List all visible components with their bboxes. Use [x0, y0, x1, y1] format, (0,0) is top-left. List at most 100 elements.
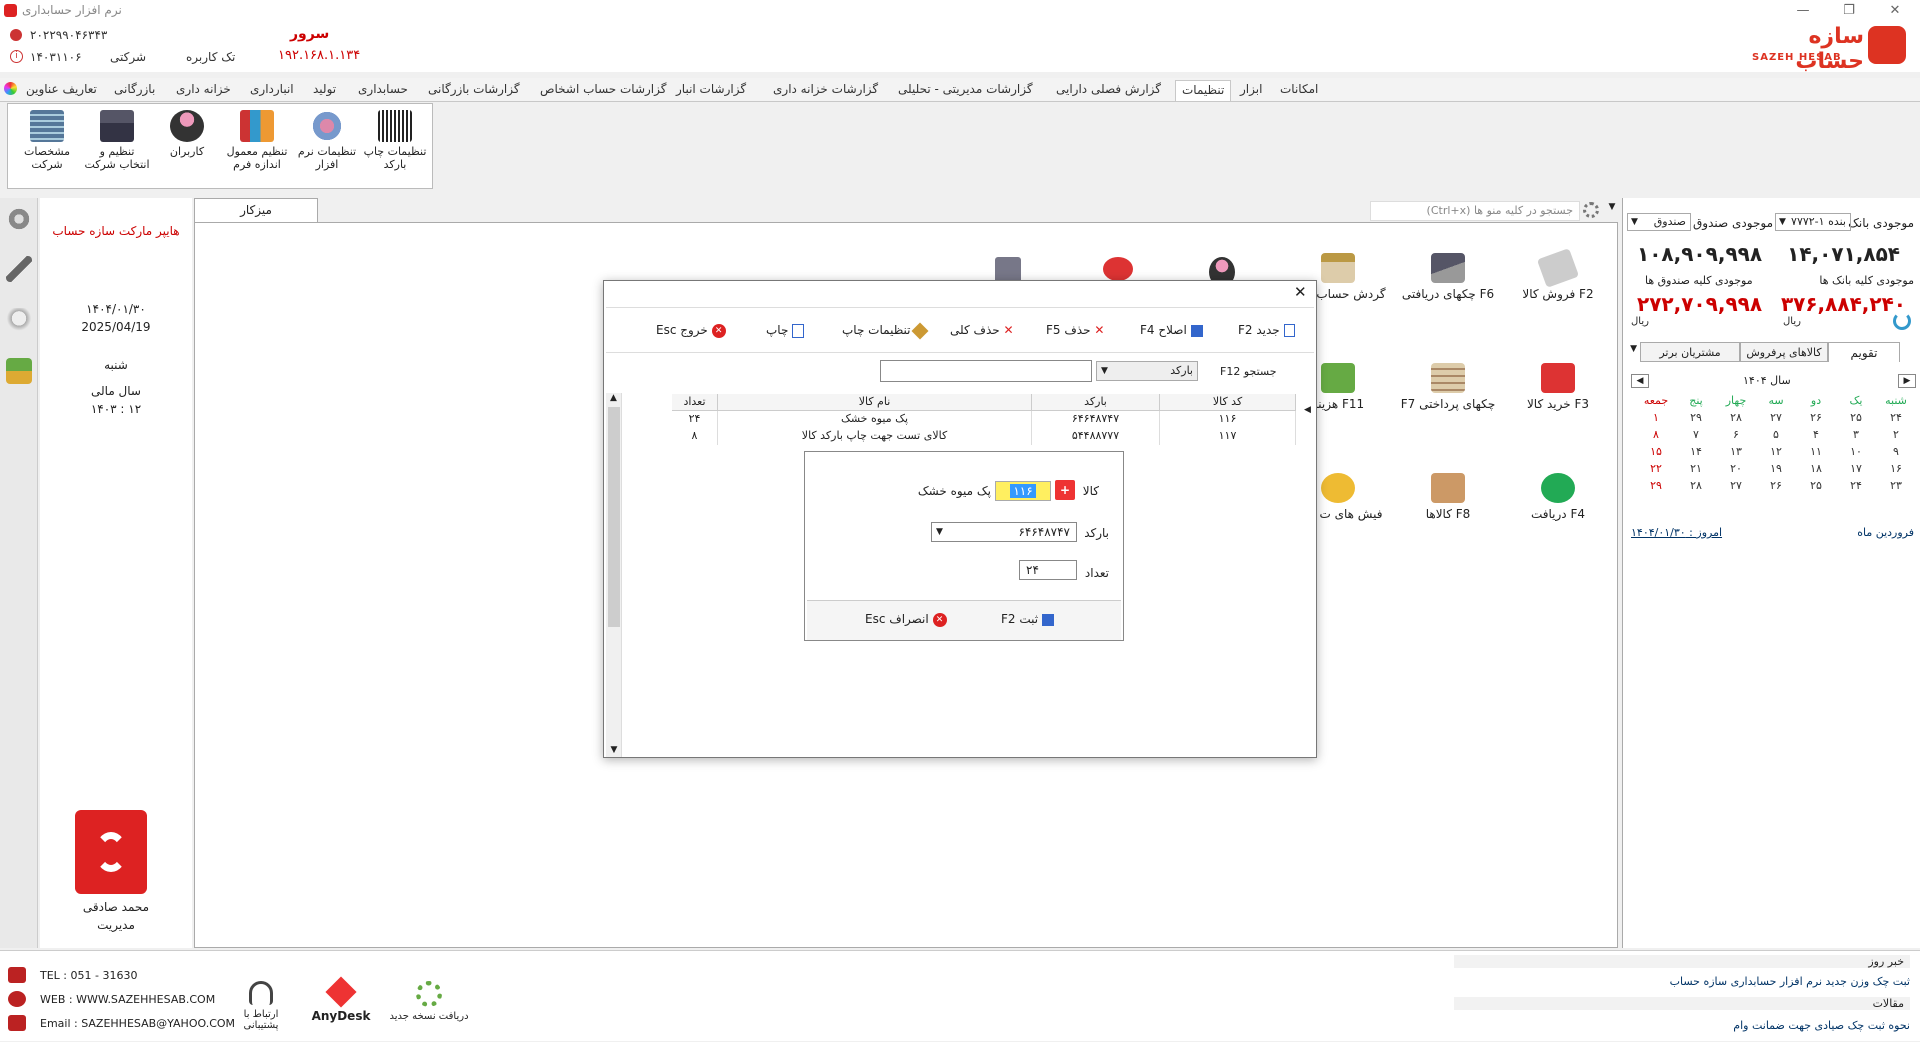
new-button[interactable]: جدید F2	[1238, 319, 1295, 341]
menu-tab-accounting[interactable]: حسابداری	[352, 80, 414, 101]
menu-tab-settings[interactable]: تنظیمات	[1175, 80, 1232, 101]
save-button[interactable]: ثبت F2	[1001, 612, 1054, 626]
menu-tab-tools[interactable]: ابزار	[1234, 80, 1268, 101]
news-item[interactable]: ثبت چک وزن جدید نرم افزار حسابداری سازه …	[1670, 975, 1910, 988]
calendar-day[interactable]: ۱۵	[1636, 445, 1676, 458]
menu-tab-treasury[interactable]: خزانه داری	[170, 80, 237, 101]
close-icon[interactable]: ✕	[1872, 0, 1918, 22]
delete-all-button[interactable]: ✕ حذف کلی	[950, 319, 1014, 341]
support-button[interactable]: ارتباط با پشتیبانی	[226, 981, 296, 1031]
calendar-day[interactable]: ۲۶	[1756, 479, 1796, 492]
calendar-day[interactable]: ۲۲	[1636, 462, 1676, 475]
prev-month-icon[interactable]: ◀	[1631, 374, 1649, 388]
scroll-thumb[interactable]	[608, 407, 620, 627]
tab-calendar[interactable]: تقویم	[1828, 342, 1900, 362]
add-goods-button[interactable]: +	[1055, 480, 1075, 500]
company-info-button[interactable]: مشخصات شرکت	[14, 110, 80, 186]
edit-button[interactable]: اصلاح F4	[1140, 319, 1203, 341]
print-settings-button[interactable]: تنظیمات چاپ	[842, 319, 929, 341]
tab-desk[interactable]: میزکار	[194, 198, 318, 222]
menu-tab-facilities[interactable]: امکانات	[1274, 80, 1324, 101]
dialog-search-input[interactable]	[880, 360, 1092, 382]
search-settings-icon[interactable]	[1583, 202, 1599, 218]
calendar-day[interactable]: ۲	[1876, 428, 1916, 441]
menu-tab-commerce-reports[interactable]: گزارشات بازرگانی	[422, 80, 526, 101]
barcode-select[interactable]: ۶۴۶۴۸۷۴۷ ▼	[931, 522, 1077, 542]
menu-tab-management-reports[interactable]: گزارشات مدیریتی - تحلیلی	[892, 80, 1039, 101]
calendar-day[interactable]: ۲۷	[1756, 411, 1796, 424]
calendar-day[interactable]: ۵	[1756, 428, 1796, 441]
calendar-day[interactable]: ۲۰	[1716, 462, 1756, 475]
table-scrollbar[interactable]: ▲ ▼	[606, 393, 622, 757]
users-button[interactable]: کاربران	[154, 110, 220, 186]
bank-select[interactable]: بنده ۱-۷۷۷۲ ▼	[1775, 213, 1851, 231]
calendar-day[interactable]: ۷	[1676, 428, 1716, 441]
calendar-day[interactable]: ۲۷	[1716, 479, 1756, 492]
menu-tab-warehousing[interactable]: انبارداری	[244, 80, 300, 101]
software-settings-button[interactable]: تنظیمات نرم افزار	[294, 110, 360, 186]
restore-icon[interactable]: ❐	[1826, 0, 1872, 22]
menu-tab-definitions[interactable]: تعاریف عناوین	[20, 80, 103, 101]
calendar-day[interactable]: ۲۳	[1876, 479, 1916, 492]
calendar-day[interactable]: ۱۸	[1796, 462, 1836, 475]
calendar-day[interactable]: ۲۵	[1836, 411, 1876, 424]
money-icon[interactable]	[6, 358, 32, 384]
tab-top-customers[interactable]: مشتریان برتر	[1640, 342, 1740, 362]
search-field-select[interactable]: بارکد ▼	[1096, 361, 1198, 381]
settings-gear-icon[interactable]	[6, 206, 32, 232]
calendar-day[interactable]: ۲۵	[1796, 479, 1836, 492]
update-button[interactable]: دریافت نسخه جدید	[386, 981, 472, 1022]
web-text[interactable]: WEB : WWW.SAZEHHESAB.COM	[40, 993, 215, 1006]
theme-icon[interactable]	[4, 82, 17, 95]
calendar-day[interactable]: ۱۳	[1716, 445, 1756, 458]
column-header-barcode[interactable]: بارکد	[1032, 394, 1160, 411]
menu-tab-commerce[interactable]: بازرگانی	[108, 80, 161, 101]
calendar-day[interactable]: ۴	[1796, 428, 1836, 441]
email-text[interactable]: Email : SAZEHHESAB@YAHOO.COM	[40, 1017, 235, 1030]
calendar-day[interactable]: ۲۶	[1796, 411, 1836, 424]
calendar-day[interactable]: ۱۶	[1876, 462, 1916, 475]
column-header-code[interactable]: کد کالا	[1160, 394, 1296, 411]
qty-input[interactable]: ۲۴	[1019, 560, 1077, 580]
calendar-day[interactable]: ۹	[1876, 445, 1916, 458]
cancel-button[interactable]: ✕ انصراف Esc	[865, 612, 947, 627]
desk-sale-button[interactable]: F2 فروش کالا	[1503, 248, 1613, 323]
desk-cheques-in-button[interactable]: F6 چکهای دریافتی	[1393, 253, 1503, 323]
menu-tab-inventory-reports[interactable]: گزارشات انبار	[670, 80, 752, 101]
panel-dropdown-icon[interactable]: ▼	[1625, 344, 1637, 358]
anydesk-button[interactable]: AnyDesk	[306, 976, 376, 1023]
calendar-day[interactable]: ۲۱	[1676, 462, 1716, 475]
form-size-button[interactable]: تنظیم معمول اندازه فرم	[224, 110, 290, 186]
calendar-day[interactable]: ۱۷	[1836, 462, 1876, 475]
article-item[interactable]: نحوه ثبت چک صیادی جهت ضمانت وام	[1733, 1019, 1910, 1032]
calendar-day[interactable]: ۲۸	[1676, 479, 1716, 492]
column-header-qty[interactable]: تعداد	[672, 394, 718, 411]
column-header-name[interactable]: نام کالا	[718, 394, 1032, 411]
desk-receive-button[interactable]: F4 دریافت	[1503, 473, 1613, 543]
exit-button[interactable]: ✕ خروج Esc	[656, 319, 726, 341]
menu-search-input[interactable]: جستجو در کلیه منو ها (Ctrl+x)	[1370, 201, 1580, 221]
calendar-day[interactable]: ۲۴	[1836, 479, 1876, 492]
calendar-day[interactable]: ۲۹	[1636, 479, 1676, 492]
dropdown-arrow-icon[interactable]: ▼	[1606, 202, 1618, 216]
menu-tab-accounts-reports[interactable]: گزارشات حساب اشخاص	[534, 80, 672, 101]
calendar-day[interactable]: ۲۴	[1876, 411, 1916, 424]
calendar-day[interactable]: ۱	[1636, 411, 1676, 424]
calendar-day[interactable]: ۱۹	[1756, 462, 1796, 475]
calendar-day[interactable]: ۱۰	[1836, 445, 1876, 458]
calendar-day[interactable]: ۶	[1716, 428, 1756, 441]
table-row[interactable]: ۱۱۶ ۶۴۶۴۸۷۴۷ پک میوه خشک ۲۴	[672, 411, 1296, 428]
goods-code-input[interactable]: ۱۱۶	[995, 481, 1051, 501]
refresh-icon[interactable]	[1893, 312, 1911, 330]
red-badge-icon[interactable]	[1103, 257, 1133, 281]
barcode-print-settings-button[interactable]: تنظیمات چاپ بارکد	[362, 110, 428, 186]
minimize-icon[interactable]: —	[1780, 0, 1826, 22]
delete-button[interactable]: ✕ حذف F5	[1046, 319, 1104, 341]
calendar-day[interactable]: ۱۱	[1796, 445, 1836, 458]
dialog-close-icon[interactable]: ✕	[1294, 283, 1307, 301]
calendar-day[interactable]: ۲۹	[1676, 411, 1716, 424]
today-link[interactable]: امروز : ۱۴۰۴/۰۱/۳۰	[1631, 526, 1722, 539]
calendar-day[interactable]: ۳	[1836, 428, 1876, 441]
print-button[interactable]: چاپ	[766, 319, 805, 341]
scroll-down-icon[interactable]: ▼	[606, 745, 622, 755]
